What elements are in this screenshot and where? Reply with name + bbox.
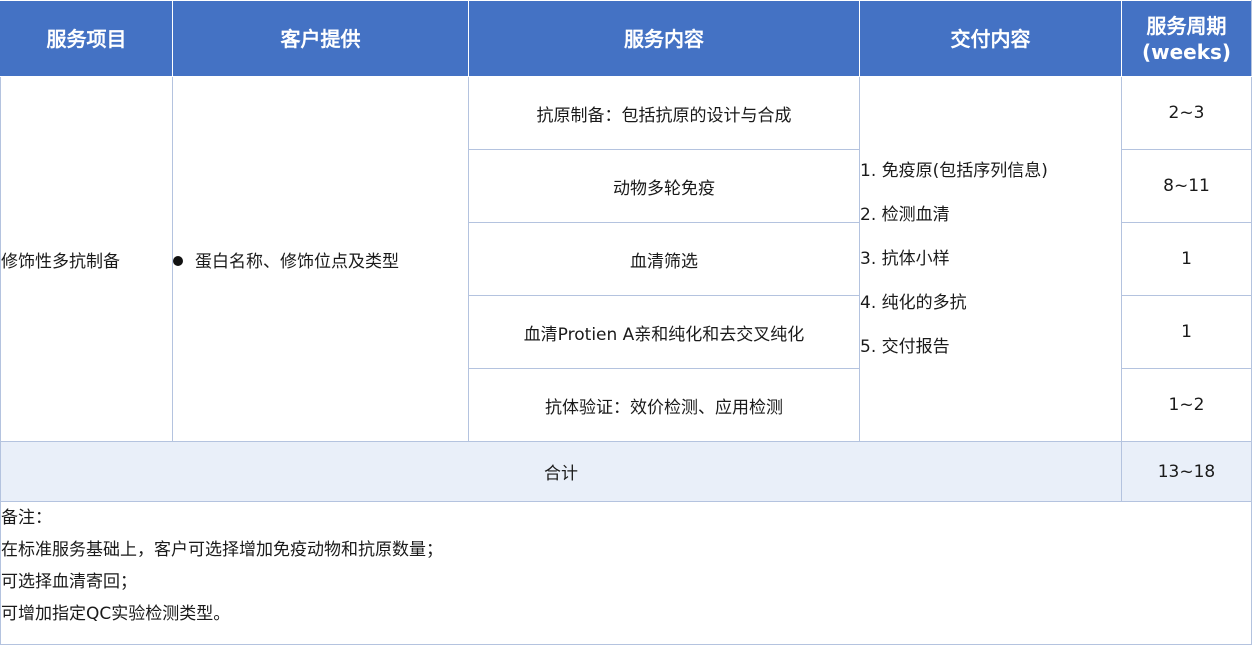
- service-period-cell: 2~3: [1121, 76, 1252, 150]
- bullet-icon: [173, 255, 183, 266]
- service-content-cell: 血清Protien A亲和纯化和去交叉纯化: [468, 295, 860, 369]
- service-content-cell: 动物多轮免疫: [468, 149, 860, 223]
- total-label: 合计: [0, 441, 1122, 502]
- deliverable-item: 5. 交付报告: [860, 337, 950, 357]
- note-line: 可选择血清寄回；: [1, 572, 137, 592]
- deliverable-item: 4. 纯化的多抗: [860, 293, 967, 313]
- customer-provides-cell: 蛋白名称、修饰位点及类型: [172, 76, 469, 442]
- total-row: 合计 13~18: [0, 441, 1252, 502]
- service-table: 服务项目 客户提供 服务内容 交付内容 服务周期 (weeks) 修饰性多抗制备…: [0, 0, 1252, 645]
- note-line: 可增加指定QC实验检测类型。: [1, 604, 231, 624]
- total-period: 13~18: [1121, 441, 1252, 502]
- service-period-cell: 1: [1121, 295, 1252, 369]
- notes-title: 备注：: [1, 508, 52, 528]
- header-period-unit: (weeks): [1141, 39, 1232, 64]
- header-service-period: 服务周期 (weeks): [1121, 0, 1252, 77]
- deliverables-cell: 1. 免疫原(包括序列信息) 2. 检测血清 3. 抗体小样 4. 纯化的多抗 …: [859, 76, 1122, 442]
- service-content-cell: 抗体验证：效价检测、应用检测: [468, 368, 860, 442]
- header-deliverables: 交付内容: [859, 0, 1122, 77]
- service-content-cell: 血清筛选: [468, 222, 860, 296]
- deliverables-list: 1. 免疫原(包括序列信息) 2. 检测血清 3. 抗体小样 4. 纯化的多抗 …: [860, 149, 1121, 369]
- service-content-cell: 抗原制备：包括抗原的设计与合成: [468, 76, 860, 150]
- header-service-item: 服务项目: [0, 0, 173, 77]
- deliverable-item: 3. 抗体小样: [860, 249, 950, 269]
- header-period-label: 服务周期: [1146, 13, 1227, 38]
- note-line: 在标准服务基础上，客户可选择增加免疫动物和抗原数量；: [1, 540, 443, 560]
- service-table-page: 服务项目 客户提供 服务内容 交付内容 服务周期 (weeks) 修饰性多抗制备…: [0, 0, 1252, 645]
- customer-provides-text: 蛋白名称、修饰位点及类型: [195, 251, 399, 272]
- service-item-cell: 修饰性多抗制备: [0, 76, 173, 442]
- notes-row: 备注： 在标准服务基础上，客户可选择增加免疫动物和抗原数量； 可选择血清寄回； …: [0, 501, 1252, 645]
- header-row: 服务项目 客户提供 服务内容 交付内容 服务周期 (weeks): [0, 0, 1252, 77]
- deliverable-item: 2. 检测血清: [860, 205, 950, 225]
- notes-cell: 备注： 在标准服务基础上，客户可选择增加免疫动物和抗原数量； 可选择血清寄回； …: [0, 501, 1252, 645]
- service-period-cell: 8~11: [1121, 149, 1252, 223]
- service-period-cell: 1: [1121, 222, 1252, 296]
- header-service-content: 服务内容: [468, 0, 860, 77]
- table-row: 修饰性多抗制备 蛋白名称、修饰位点及类型 抗原制备：包括抗原的设计与合成 1. …: [0, 76, 1252, 442]
- deliverable-item: 1. 免疫原(包括序列信息): [860, 161, 1048, 181]
- header-customer-provides: 客户提供: [172, 0, 469, 77]
- service-period-cell: 1~2: [1121, 368, 1252, 442]
